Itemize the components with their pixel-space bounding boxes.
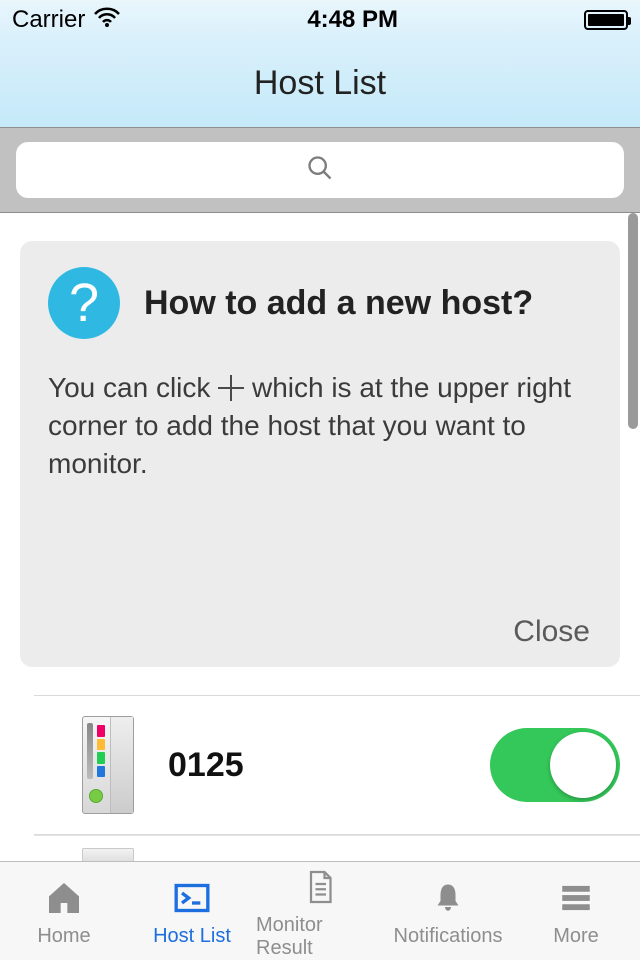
content-area: ? How to add a new host? You can click w…	[0, 213, 640, 861]
tab-more[interactable]: More	[512, 862, 640, 960]
tab-label: Notifications	[394, 925, 503, 948]
tab-home[interactable]: Home	[0, 862, 128, 960]
host-row-partial	[34, 835, 640, 861]
tab-bar: Home Host List Monitor Result Notificati…	[0, 861, 640, 960]
tip-card: ? How to add a new host? You can click w…	[20, 241, 620, 667]
carrier-label: Carrier	[12, 6, 85, 34]
tab-monitor-result[interactable]: Monitor Result	[256, 862, 384, 960]
search-bar	[0, 128, 640, 213]
bell-icon	[425, 875, 471, 921]
page-title: Host List	[254, 64, 386, 103]
host-row[interactable]: 0125	[34, 695, 640, 835]
tip-title: How to add a new host?	[144, 284, 592, 323]
server-icon	[82, 716, 134, 814]
host-name: 0125	[168, 746, 456, 785]
wifi-icon	[93, 6, 121, 35]
tab-host-list[interactable]: Host List	[128, 862, 256, 960]
tab-label: Monitor Result	[256, 914, 384, 960]
clock: 4:48 PM	[307, 6, 398, 34]
close-button[interactable]: Close	[513, 615, 590, 649]
plus-icon	[218, 375, 244, 401]
search-input[interactable]	[16, 142, 624, 198]
battery-icon	[584, 10, 628, 30]
server-icon	[82, 848, 134, 861]
question-icon: ?	[48, 267, 120, 339]
status-bar: Carrier 4:48 PM	[0, 0, 640, 40]
host-toggle[interactable]	[490, 728, 620, 802]
menu-icon	[553, 875, 599, 921]
nav-header: Host List	[0, 40, 640, 128]
home-icon	[41, 875, 87, 921]
tab-label: Host List	[153, 925, 231, 948]
tip-body-pre: You can click	[48, 372, 218, 403]
tab-notifications[interactable]: Notifications	[384, 862, 512, 960]
scrollbar[interactable]	[628, 213, 638, 429]
search-icon	[306, 154, 334, 187]
terminal-icon	[169, 875, 215, 921]
document-icon	[297, 864, 343, 910]
tab-label: Home	[37, 925, 90, 948]
tip-body: You can click which is at the upper righ…	[48, 369, 592, 483]
tab-label: More	[553, 925, 599, 948]
